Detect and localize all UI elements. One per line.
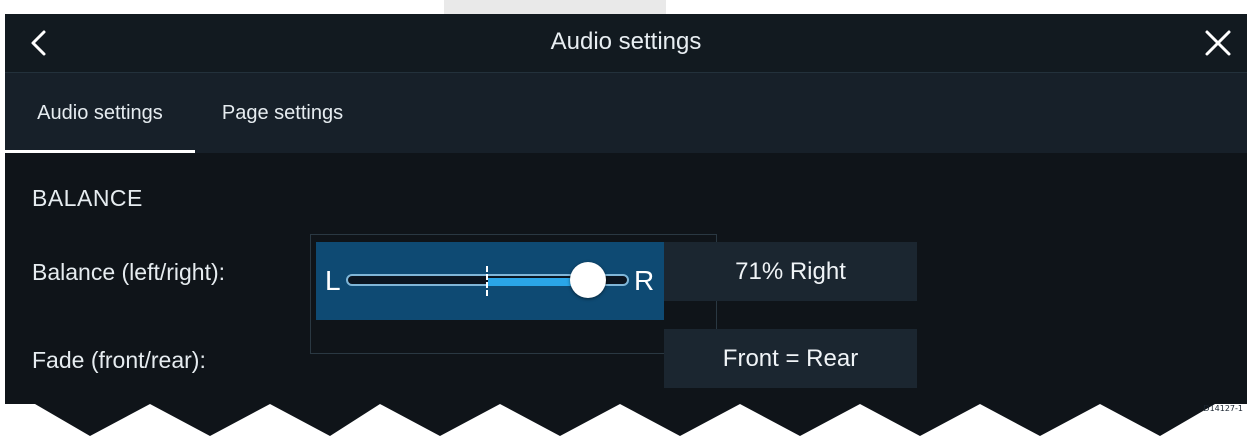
fade-label: Fade (front/rear): — [32, 347, 206, 373]
close-icon — [1205, 30, 1231, 56]
audio-settings-dialog: Audio settings Audio settings Page setti… — [5, 14, 1247, 436]
page-title: Audio settings — [550, 28, 702, 55]
tab-page-settings[interactable]: Page settings — [195, 73, 370, 153]
fade-value-button[interactable]: Front = Rear — [664, 329, 917, 388]
tab-audio-settings[interactable]: Audio settings — [5, 73, 195, 153]
tab-bar: Audio settings Page settings — [5, 73, 1247, 153]
left-label: L — [325, 265, 341, 296]
document-highlight — [444, 0, 666, 14]
slider-center-mark — [486, 266, 488, 296]
close-button[interactable] — [1203, 28, 1233, 58]
slider-thumb[interactable] — [569, 262, 606, 298]
reference-code: D14127-1 — [1203, 404, 1243, 413]
balance-slider[interactable]: L R — [316, 242, 664, 320]
document-top-strip — [0, 0, 1247, 14]
balance-label: Balance (left/right): — [32, 259, 226, 285]
balance-value-button[interactable]: 71% Right — [664, 242, 917, 301]
title-bar: Audio settings — [5, 14, 1247, 73]
right-label: R — [634, 265, 655, 296]
settings-content: BALANCE Balance (left/right): Fade (fron… — [5, 153, 1247, 436]
section-title: BALANCE — [32, 185, 143, 211]
